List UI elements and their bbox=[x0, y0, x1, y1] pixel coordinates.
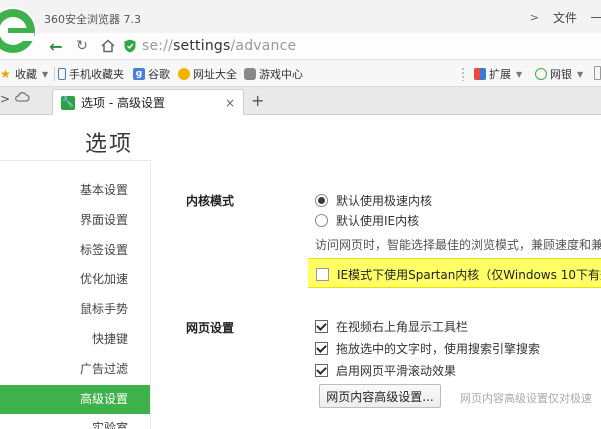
sidebar-item-interface[interactable]: 界面设置 bbox=[0, 206, 150, 236]
settings-sidebar: 基本设置 界面设置 标签设置 优化加速 鼠标手势 快捷键 广告过滤 高级设置 实… bbox=[0, 176, 150, 429]
bookmarks-bar: ★ 收藏 ▼ 手机收藏夹 g 谷歌 网址大全 游戏中心 扩展 ▼ 网银 ▼ bbox=[0, 60, 601, 87]
checkbox-drag-search[interactable]: 拖放选中的文字时，使用搜索引擎搜索 bbox=[315, 340, 540, 357]
tab-settings[interactable]: 🔧 选项 - 高级设置 × bbox=[52, 89, 244, 115]
checkbox-label: IE模式下使用Spartan内核（仅Windows 10下有效） bbox=[337, 268, 601, 282]
url-scheme: se:// bbox=[142, 38, 174, 54]
back-button[interactable]: ← bbox=[45, 35, 67, 57]
sidebar-item-adblock[interactable]: 广告过滤 bbox=[0, 355, 150, 385]
checkbox-video-toolbar[interactable]: 在视频右上角显示工具栏 bbox=[315, 318, 468, 335]
browser-logo-icon bbox=[0, 7, 37, 55]
checkbox[interactable] bbox=[315, 342, 328, 355]
checkbox-label: 启用网页平滑滚动效果 bbox=[336, 364, 457, 378]
radio-button[interactable] bbox=[315, 214, 328, 227]
radio-ie-kernel[interactable]: 默认使用IE内核 bbox=[315, 212, 419, 229]
sidebar-item-lab[interactable]: 实验室 bbox=[0, 414, 150, 429]
chevron-down-icon[interactable]: ▼ bbox=[42, 70, 48, 79]
settings-page: 选项 基本设置 界面设置 标签设置 优化加速 鼠标手势 快捷键 广告过滤 高级设… bbox=[0, 116, 601, 429]
advanced-content-settings-button[interactable]: 网页内容高级设置... bbox=[319, 384, 441, 408]
radio-label: 默认使用极速内核 bbox=[336, 194, 433, 208]
extensions-button[interactable]: 扩展 ▼ bbox=[474, 66, 522, 82]
kernel-mode-label: 内核模式 bbox=[186, 194, 235, 208]
cloud-icon bbox=[15, 92, 30, 102]
page-title: 选项 bbox=[85, 132, 134, 157]
netbank-shield-icon bbox=[535, 68, 547, 80]
bookmark-separator bbox=[54, 67, 55, 81]
close-icon[interactable]: × bbox=[225, 96, 235, 110]
checkbox[interactable] bbox=[315, 364, 328, 377]
more-icon[interactable] bbox=[594, 66, 601, 80]
content-divider bbox=[150, 160, 151, 429]
reload-button[interactable]: ↻ bbox=[71, 35, 93, 57]
tab-title: 选项 - 高级设置 bbox=[81, 96, 165, 110]
star-icon: ★ bbox=[0, 67, 11, 81]
radio-button[interactable] bbox=[315, 194, 328, 207]
settings-wrench-icon: 🔧 bbox=[61, 95, 75, 110]
sidebar-item-optimize[interactable]: 优化加速 bbox=[0, 265, 150, 295]
url-text: se://settings/advance bbox=[142, 38, 296, 54]
phone-icon bbox=[58, 68, 66, 80]
netbank-label: 网银 bbox=[550, 68, 572, 81]
checkbox[interactable] bbox=[315, 320, 328, 333]
home-button[interactable] bbox=[97, 35, 119, 57]
title-bar: 360安全浏览器 7.3 > 文件 bbox=[0, 0, 601, 33]
address-bar: ← ↻ se://settings/advance bbox=[0, 33, 601, 60]
toolbar-grip[interactable] bbox=[461, 67, 465, 81]
security-shield-icon bbox=[124, 39, 136, 53]
bookmark-favorites[interactable]: ★ 收藏 ▼ bbox=[0, 66, 48, 82]
radio-label: 默认使用IE内核 bbox=[336, 214, 420, 228]
sidebar-item-advanced[interactable]: 高级设置 bbox=[0, 384, 150, 415]
tab-scroll-left-icon[interactable]: > bbox=[0, 92, 10, 106]
bookmark-label: 谷歌 bbox=[148, 68, 170, 81]
cloud-tabs-icon[interactable] bbox=[14, 90, 30, 107]
sidebar-item-tabs[interactable]: 标签设置 bbox=[0, 236, 150, 266]
chevron-down-icon: ▼ bbox=[577, 69, 584, 79]
radio-fast-kernel[interactable]: 默认使用极速内核 bbox=[315, 192, 432, 209]
advanced-settings-note: 网页内容高级设置仅对极速 bbox=[460, 392, 592, 405]
checkbox-label: 拖放选中的文字时，使用搜索引擎搜索 bbox=[336, 342, 541, 356]
sidebar-item-mouse-gestures[interactable]: 鼠标手势 bbox=[0, 295, 150, 325]
sidebar-item-basic[interactable]: 基本设置 bbox=[0, 176, 150, 206]
kernel-description: 访问网页时，智能选择最佳的浏览模式，兼顾速度和兼容 bbox=[315, 238, 601, 252]
game-icon bbox=[244, 68, 256, 80]
title-right-controls: > 文件 bbox=[530, 9, 601, 26]
bookmark-mobile[interactable]: 手机收藏夹 bbox=[58, 66, 124, 82]
checkbox[interactable] bbox=[316, 268, 329, 281]
app-title: 360安全浏览器 7.3 bbox=[44, 13, 141, 26]
new-tab-button[interactable]: + bbox=[251, 91, 264, 110]
url-field[interactable]: se://settings/advance bbox=[124, 35, 601, 57]
sidebar-divider bbox=[0, 160, 150, 161]
minimize-icon[interactable] bbox=[591, 17, 601, 18]
tab-bar: > 🔧 选项 - 高级设置 × + bbox=[0, 87, 601, 115]
extensions-icon bbox=[474, 68, 486, 80]
bookmark-sites[interactable]: 网址大全 bbox=[178, 66, 237, 82]
netbank-button[interactable]: 网银 ▼ bbox=[535, 66, 583, 82]
webpage-settings-label: 网页设置 bbox=[186, 321, 235, 335]
checkbox-label: 在视频右上角显示工具栏 bbox=[336, 320, 469, 334]
file-menu[interactable]: 文件 bbox=[553, 9, 577, 26]
url-host: settings bbox=[173, 38, 231, 54]
bookmark-google[interactable]: g 谷歌 bbox=[133, 66, 170, 82]
home-icon bbox=[101, 39, 115, 53]
checkbox-spartan[interactable]: IE模式下使用Spartan内核（仅Windows 10下有效） bbox=[316, 266, 601, 283]
extensions-label: 扩展 bbox=[489, 68, 511, 81]
bookmark-label: 手机收藏夹 bbox=[69, 68, 124, 81]
bookmark-label: 收藏 bbox=[15, 68, 37, 81]
url-path: /advance bbox=[230, 38, 297, 54]
bookmark-label: 网址大全 bbox=[193, 68, 237, 81]
bookmark-label: 游戏中心 bbox=[259, 68, 303, 81]
chevron-down-icon: ▼ bbox=[516, 69, 523, 79]
bookmark-games[interactable]: 游戏中心 bbox=[244, 66, 303, 82]
chevron-right-icon[interactable]: > bbox=[530, 11, 539, 24]
sidebar-item-shortcuts[interactable]: 快捷键 bbox=[0, 325, 150, 355]
sites-icon bbox=[178, 68, 190, 80]
google-icon: g bbox=[133, 68, 145, 80]
checkbox-smooth-scroll[interactable]: 启用网页平滑滚动效果 bbox=[315, 362, 456, 379]
